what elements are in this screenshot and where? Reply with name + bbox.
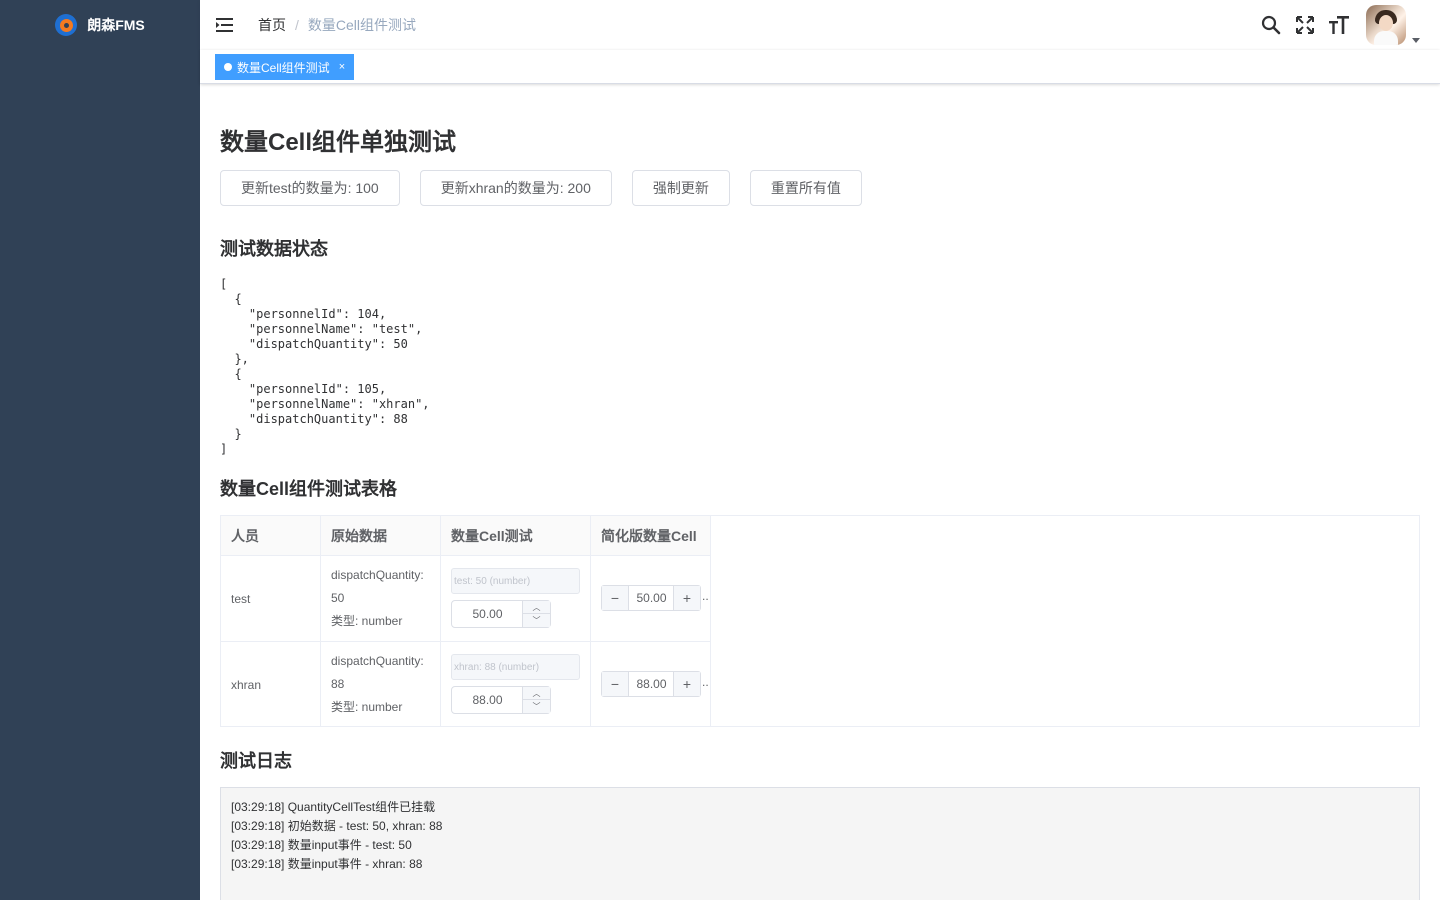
log-line: [03:29:18] 数量input事件 - test: 50 <box>231 838 412 852</box>
log-line: [03:29:18] 数量input事件 - xhran: 88 <box>231 857 423 871</box>
table-section-title: 数量Cell组件测试表格 <box>220 479 398 499</box>
header-simple-quantity: 简化版数量Cell <box>591 516 710 556</box>
search-button[interactable] <box>1254 0 1288 50</box>
header-raw: 原始数据 <box>321 516 440 556</box>
quantity-number-input[interactable]: 50.00 ︿ ﹀ <box>451 600 551 628</box>
hamburger-button[interactable] <box>200 0 250 50</box>
decrease-arrow-icon[interactable]: ﹀ <box>523 614 550 627</box>
breadcrumb-separator: / <box>295 17 299 33</box>
overflow-ellipsis: .. <box>702 675 709 689</box>
tag-close-icon[interactable]: × <box>339 61 345 73</box>
tag-active-dot-icon <box>224 63 232 71</box>
sidebar-logo[interactable]: 朗森FMS <box>0 0 200 50</box>
caret-down-icon <box>1412 38 1420 43</box>
minus-icon[interactable]: − <box>602 586 629 610</box>
raw-field-value: 88 <box>331 677 345 691</box>
cell-raw: dispatchQuantity: 88 类型: number <box>321 642 440 728</box>
column-raw: 原始数据 dispatchQuantity: 50 类型: number dis… <box>321 516 441 726</box>
increase-arrow-icon[interactable]: ︿ <box>523 601 550 614</box>
user-avatar-dropdown[interactable] <box>1366 5 1420 45</box>
tag-quantity-cell-test[interactable]: 数量Cell组件测试 × <box>215 54 355 80</box>
force-update-button[interactable]: 强制更新 <box>631 170 730 206</box>
info-field: xhran: 88 (number) <box>451 654 580 680</box>
quantity-value[interactable]: 88.00 <box>452 687 523 713</box>
page-title: 数量Cell组件单独测试 <box>220 129 457 156</box>
log-section-title: 测试日志 <box>220 751 292 771</box>
decrease-arrow-icon[interactable]: ﹀ <box>523 700 550 713</box>
raw-field-value: 50 <box>331 591 345 605</box>
header-quantity-test: 数量Cell测试 <box>441 516 590 556</box>
cell-simple-quantity: − 50.00 + .. <box>591 556 710 642</box>
stepper-value[interactable]: 88.00 <box>630 672 673 696</box>
test-log[interactable]: [03:29:18] QuantityCellTest组件已挂载 [03:29:… <box>220 787 1420 900</box>
raw-field-type: 类型: number <box>331 614 403 628</box>
breadcrumb-home[interactable]: 首页 <box>258 15 286 35</box>
header-person: 人员 <box>221 516 320 556</box>
quantity-stepper[interactable]: − 88.00 + <box>601 671 701 697</box>
cell-simple-quantity: − 88.00 + .. <box>591 642 710 728</box>
plus-icon[interactable]: + <box>673 672 700 696</box>
info-field: test: 50 (number) <box>451 568 580 594</box>
increase-arrow-icon[interactable]: ︿ <box>523 687 550 700</box>
quantity-value[interactable]: 50.00 <box>452 601 523 627</box>
update-test-button[interactable]: 更新test的数量为: 100 <box>220 170 400 206</box>
log-line: [03:29:18] 初始数据 - test: 50, xhran: 88 <box>231 819 443 833</box>
menu-fold-icon <box>216 18 233 32</box>
fullscreen-button[interactable] <box>1288 0 1322 50</box>
app-title: 朗森FMS <box>87 17 145 33</box>
raw-field-label: dispatchQuantity: <box>331 568 424 582</box>
state-json: [ { "personnelId": 104, "personnelName":… <box>220 277 430 456</box>
column-simple-quantity: 简化版数量Cell − 50.00 + .. − 88.00 + .. <box>591 516 711 726</box>
raw-field-type: 类型: number <box>331 700 403 714</box>
tags-view: 数量Cell组件测试 × <box>200 50 1440 84</box>
cell-raw: dispatchQuantity: 50 类型: number <box>321 556 440 642</box>
overflow-ellipsis: .. <box>702 589 709 603</box>
fullscreen-icon <box>1296 16 1314 34</box>
update-xhran-button[interactable]: 更新xhran的数量为: 200 <box>419 170 612 206</box>
action-buttons: 更新test的数量为: 100 更新xhran的数量为: 200 强制更新 重置… <box>220 170 862 206</box>
font-size-button[interactable] <box>1322 0 1356 50</box>
navbar-right-menu <box>1254 0 1440 50</box>
column-person: 人员 test xhran <box>221 516 321 726</box>
cell-person: test <box>221 556 320 642</box>
raw-field-label: dispatchQuantity: <box>331 654 424 668</box>
navbar: 首页 / 数量Cell组件测试 <box>200 0 1440 50</box>
avatar <box>1366 5 1406 45</box>
tag-label: 数量Cell组件测试 <box>237 60 330 75</box>
main-content: 数量Cell组件单独测试 更新test的数量为: 100 更新xhran的数量为… <box>220 84 1420 900</box>
stepper-value[interactable]: 50.00 <box>630 586 673 610</box>
breadcrumb-current: 数量Cell组件测试 <box>307 17 417 33</box>
cell-person: xhran <box>231 678 262 692</box>
font-size-icon <box>1329 16 1349 34</box>
quantity-stepper[interactable]: − 50.00 + <box>601 585 701 611</box>
log-line: [03:29:18] QuantityCellTest组件已挂载 <box>231 800 436 814</box>
minus-icon[interactable]: − <box>602 672 629 696</box>
plus-icon[interactable]: + <box>673 586 700 610</box>
state-section-title: 测试数据状态 <box>220 239 328 259</box>
breadcrumb: 首页 / 数量Cell组件测试 <box>258 15 416 35</box>
cell-quantity-test: xhran: 88 (number) 88.00 ︿ ﹀ <box>441 642 590 728</box>
logo-icon <box>55 14 78 36</box>
quantity-table: 人员 test xhran 原始数据 dispatchQuantity: 50 … <box>220 515 1420 727</box>
sidebar: 朗森FMS <box>0 0 200 900</box>
cell-quantity-test: test: 50 (number) 50.00 ︿ ﹀ <box>441 556 590 642</box>
search-icon <box>1261 15 1281 35</box>
reset-all-button[interactable]: 重置所有值 <box>749 170 862 206</box>
column-quantity-test: 数量Cell测试 test: 50 (number) 50.00 ︿ ﹀ xhr… <box>441 516 591 726</box>
quantity-number-input[interactable]: 88.00 ︿ ﹀ <box>451 686 551 714</box>
